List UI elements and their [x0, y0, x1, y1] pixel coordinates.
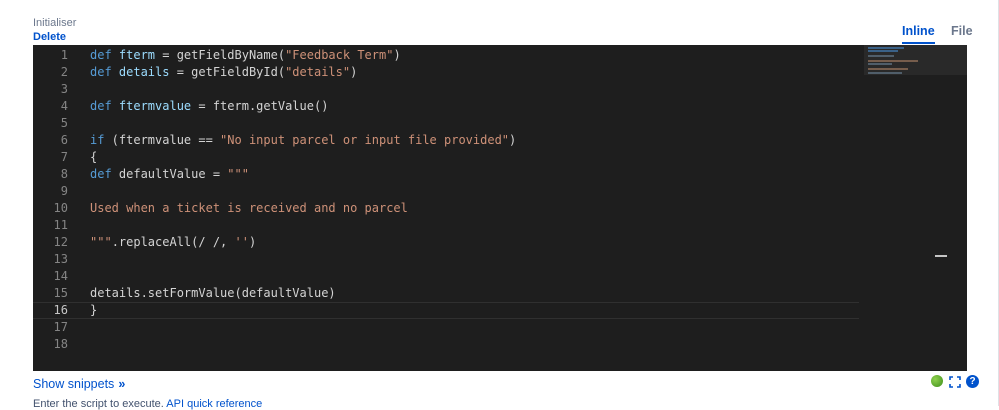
show-snippets-toggle[interactable]: Show snippets» [33, 377, 125, 391]
help-icon[interactable]: ? [966, 375, 979, 388]
code-text: """.replaceAll(/ /, '') [90, 234, 256, 251]
code-line[interactable]: 15 details.setFormValue(defaultValue) [33, 285, 859, 302]
code-token: Used when a ticket is received and no pa… [90, 201, 408, 215]
code-token: = getFieldById( [169, 65, 286, 79]
code-line[interactable]: 1 def fterm = getFieldByName("Feedback Te… [33, 47, 859, 64]
minimap-line [868, 60, 918, 62]
code-token: details.setFormValue(defaultValue) [90, 286, 336, 300]
code-text: def ftermvalue = fterm.getValue() [90, 98, 328, 115]
code-line[interactable]: 2 def details = getFieldById("details") [33, 64, 859, 81]
code-token: ) [350, 65, 358, 79]
line-number: 9 [60, 184, 68, 198]
line-number: 16 [53, 303, 68, 317]
show-snippets-label: Show snippets [33, 377, 115, 391]
code-editor[interactable]: 1 def fterm = getFieldByName("Feedback Te… [33, 45, 967, 371]
line-number: 11 [53, 218, 68, 232]
code-line[interactable]: 3 [33, 81, 859, 98]
code-token: { [90, 150, 98, 164]
minimap[interactable] [864, 45, 967, 75]
code-token: def [90, 167, 112, 181]
fullscreen-icon[interactable] [949, 376, 961, 388]
code-token: ) [248, 235, 257, 249]
code-text: def details = getFieldById("details") [90, 64, 357, 81]
code-line[interactable]: 17 [33, 319, 859, 336]
code-line[interactable]: 7{ [33, 149, 859, 166]
double-chevron-down-icon: » [118, 377, 126, 391]
line-number: 5 [60, 116, 68, 130]
code-token: } [90, 303, 98, 317]
code-text: def fterm = getFieldByName("Feedback Ter… [90, 47, 401, 64]
code-token: details [118, 65, 170, 79]
code-line[interactable]: 12 """.replaceAll(/ /, '') [33, 234, 859, 251]
code-token: "details" [285, 65, 351, 79]
help-text: Enter the script to execute. API quick r… [33, 398, 262, 410]
code-token: defaultValue = [111, 167, 228, 181]
line-number: 15 [53, 286, 68, 300]
code-token: ) [393, 48, 401, 62]
minimap-line [868, 50, 898, 52]
line-number: 18 [53, 337, 68, 351]
help-text-prefix: Enter the script to execute. [33, 398, 167, 410]
code-token: '' [234, 235, 249, 249]
line-number: 17 [53, 320, 68, 334]
code-token: """ [90, 235, 112, 249]
line-number: 6 [60, 133, 68, 147]
code-token: if [90, 133, 105, 147]
api-quick-reference-link[interactable]: API quick reference [166, 398, 262, 410]
code-line[interactable]: 14 [33, 268, 859, 285]
code-line[interactable]: 4 def ftermvalue = fterm.getValue() [33, 98, 859, 115]
line-number: 10 [53, 201, 68, 215]
code-token: ) [509, 133, 517, 147]
code-token: def [90, 99, 119, 113]
code-line[interactable]: 13 [33, 251, 859, 268]
code-text: { [90, 149, 97, 166]
code-token: = getFieldByName( [155, 48, 286, 62]
section-label: Initialiser [33, 17, 77, 29]
code-token: def [90, 48, 119, 62]
line-number: 1 [60, 48, 68, 62]
code-token: .replaceAll(/ /, [111, 235, 235, 249]
code-token: """ [227, 167, 249, 181]
minimap-line [868, 55, 894, 57]
code-text: Used when a ticket is received and no pa… [90, 200, 408, 217]
line-number: 3 [60, 82, 68, 96]
code-line[interactable]: 16} [33, 302, 859, 319]
status-ok-icon [931, 375, 943, 387]
line-number: 13 [53, 252, 68, 266]
tab-inline[interactable]: Inline [902, 24, 935, 44]
code-line[interactable]: 8 def defaultValue = """ [33, 166, 859, 183]
code-text: } [90, 303, 97, 318]
code-token: "No input parcel or input file provided" [220, 133, 510, 147]
code-line[interactable]: 10 Used when a ticket is received and no … [33, 200, 859, 217]
code-token: "Feedback Term" [285, 48, 394, 62]
code-line[interactable]: 5 [33, 115, 859, 132]
code-line[interactable]: 18 [33, 336, 859, 353]
minimap-line [868, 72, 902, 74]
line-number: 8 [60, 167, 68, 181]
line-number: 12 [53, 235, 68, 249]
line-number: 7 [60, 150, 68, 164]
code-line[interactable]: 11 [33, 217, 859, 234]
code-token: fterm [118, 48, 156, 62]
scrollbar-cursor-marker [935, 255, 947, 257]
line-number: 14 [53, 269, 68, 283]
delete-link[interactable]: Delete [33, 31, 66, 43]
line-number: 4 [60, 99, 68, 113]
code-token: (ftermvalue == [104, 133, 221, 147]
minimap-line [868, 63, 892, 65]
tab-file[interactable]: File [951, 24, 973, 38]
code-text: def defaultValue = """ [90, 166, 249, 183]
code-token: def [90, 65, 119, 79]
code-token: ftermvalue [118, 99, 192, 113]
code-token: = fterm.getValue() [191, 99, 329, 113]
code-line[interactable]: 9 [33, 183, 859, 200]
line-number: 2 [60, 65, 68, 79]
minimap-line [868, 47, 904, 49]
code-line[interactable]: 6 if (ftermvalue == "No input parcel or i… [33, 132, 859, 149]
code-text: if (ftermvalue == "No input parcel or in… [90, 132, 516, 149]
minimap-line [868, 68, 908, 70]
code-text: details.setFormValue(defaultValue) [90, 285, 336, 302]
